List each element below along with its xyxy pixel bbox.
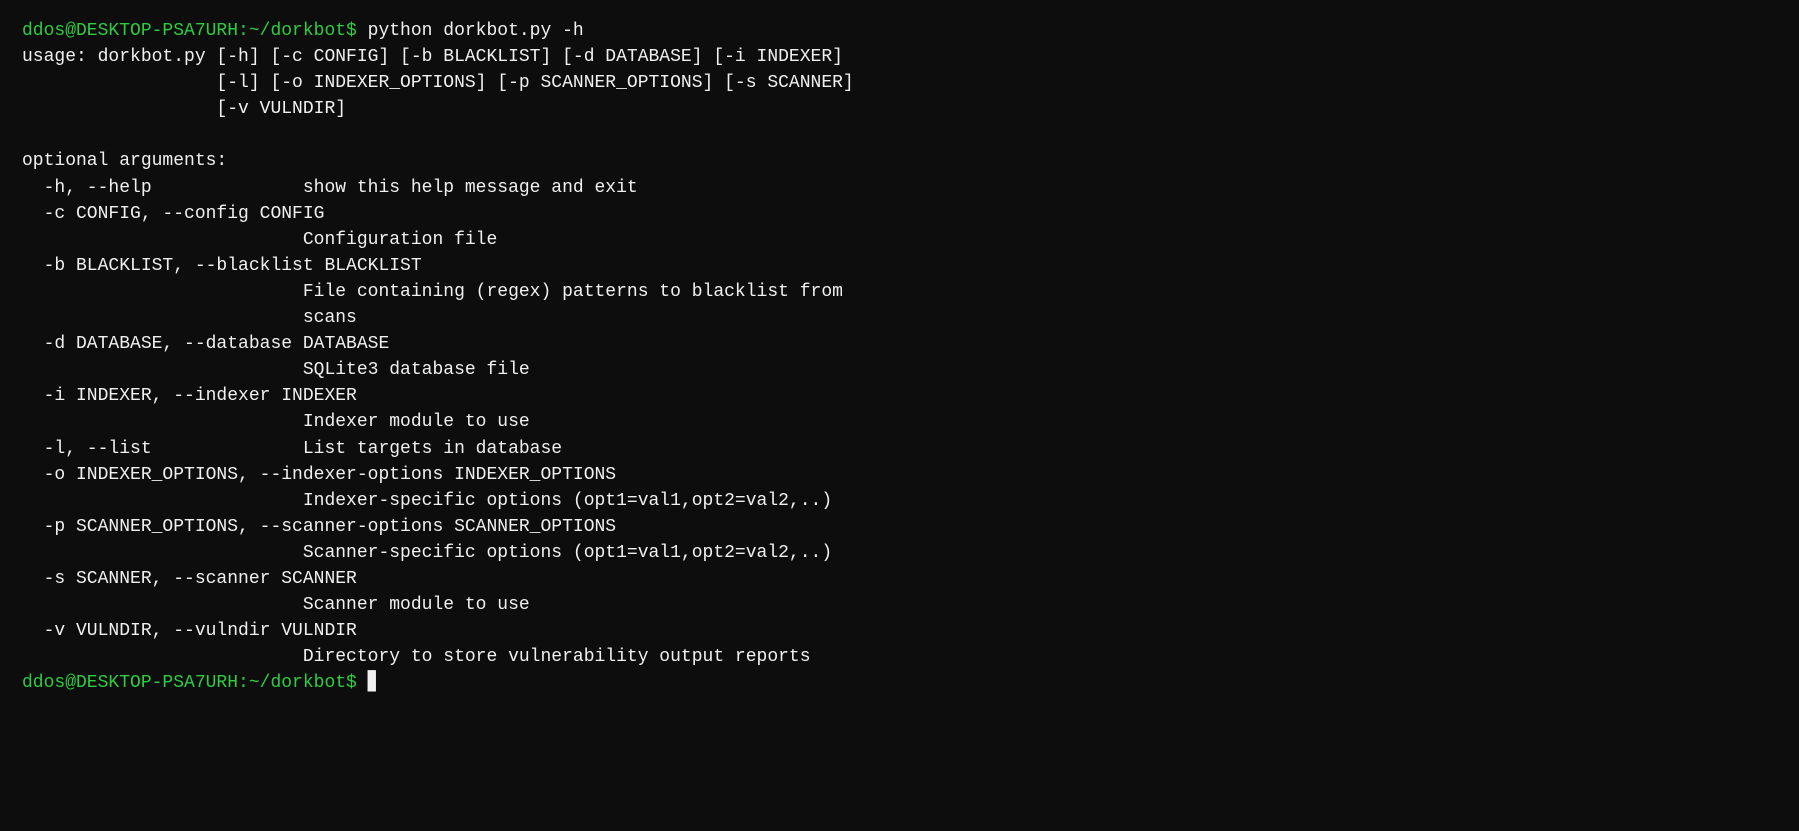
terminal-line-1: ddos@DESKTOP-PSA7URH:~/dorkbot$ python d…: [22, 18, 1777, 44]
output-24: Directory to store vulnerability output …: [22, 647, 811, 667]
terminal-line-4: [-v VULNDIR]: [22, 96, 1777, 122]
terminal-line-10: File containing (regex) patterns to blac…: [22, 279, 1777, 305]
terminal-line-14: -i INDEXER, --indexer INDEXER: [22, 383, 1777, 409]
output-13: SQLite3 database file: [22, 360, 530, 380]
terminal-line-5: optional arguments:: [22, 148, 1777, 174]
terminal-line-7: -c CONFIG, --config CONFIG: [22, 201, 1777, 227]
output-19: -p SCANNER_OPTIONS, --scanner-options SC…: [22, 517, 616, 537]
terminal-line-17: -o INDEXER_OPTIONS, --indexer-options IN…: [22, 462, 1777, 488]
terminal-line-11: scans: [22, 305, 1777, 331]
terminal-line-9: -b BLACKLIST, --blacklist BLACKLIST: [22, 253, 1777, 279]
terminal-line-13: SQLite3 database file: [22, 357, 1777, 383]
output-10: File containing (regex) patterns to blac…: [22, 282, 843, 302]
terminal-line-12: -d DATABASE, --database DATABASE: [22, 331, 1777, 357]
terminal-line-19: -p SCANNER_OPTIONS, --scanner-options SC…: [22, 514, 1777, 540]
output-21: -s SCANNER, --scanner SCANNER: [22, 569, 357, 589]
terminal-line-20: Scanner-specific options (opt1=val1,opt2…: [22, 540, 1777, 566]
output-16: -l, --list List targets in database: [22, 439, 562, 459]
output-20: Scanner-specific options (opt1=val1,opt2…: [22, 543, 832, 563]
terminal-line-3: [-l] [-o INDEXER_OPTIONS] [-p SCANNER_OP…: [22, 70, 1777, 96]
output-11: scans: [22, 308, 357, 328]
blank-line-1: [22, 122, 1777, 148]
output-22: Scanner module to use: [22, 595, 530, 615]
output-2: usage: dorkbot.py [-h] [-c CONFIG] [-b B…: [22, 47, 843, 67]
command-1: python dorkbot.py -h: [368, 21, 584, 41]
output-7: -c CONFIG, --config CONFIG: [22, 204, 324, 224]
output-15: Indexer module to use: [22, 412, 530, 432]
output-4: [-v VULNDIR]: [22, 99, 346, 119]
terminal-line-21: -s SCANNER, --scanner SCANNER: [22, 566, 1777, 592]
output-17: -o INDEXER_OPTIONS, --indexer-options IN…: [22, 465, 616, 485]
terminal-line-22: Scanner module to use: [22, 592, 1777, 618]
terminal-line-23: -v VULNDIR, --vulndir VULNDIR: [22, 618, 1777, 644]
output-9: -b BLACKLIST, --blacklist BLACKLIST: [22, 256, 422, 276]
output-12: -d DATABASE, --database DATABASE: [22, 334, 389, 354]
terminal-line-15: Indexer module to use: [22, 409, 1777, 435]
terminal-line-8: Configuration file: [22, 227, 1777, 253]
output-8: Configuration file: [22, 230, 497, 250]
terminal-line-25[interactable]: ddos@DESKTOP-PSA7URH:~/dorkbot$ ▊: [22, 670, 1777, 696]
terminal-line-6: -h, --help show this help message and ex…: [22, 175, 1777, 201]
terminal-line-2: usage: dorkbot.py [-h] [-c CONFIG] [-b B…: [22, 44, 1777, 70]
output-5: optional arguments:: [22, 151, 227, 171]
prompt-2: ddos@DESKTOP-PSA7URH:~/dorkbot$: [22, 673, 368, 693]
output-3: [-l] [-o INDEXER_OPTIONS] [-p SCANNER_OP…: [22, 73, 854, 93]
output-14: -i INDEXER, --indexer INDEXER: [22, 386, 357, 406]
prompt-1: ddos@DESKTOP-PSA7URH:~/dorkbot$: [22, 21, 368, 41]
terminal-line-16: -l, --list List targets in database: [22, 436, 1777, 462]
terminal-line-24: Directory to store vulnerability output …: [22, 644, 1777, 670]
output-18: Indexer-specific options (opt1=val1,opt2…: [22, 491, 832, 511]
terminal-window: ddos@DESKTOP-PSA7URH:~/dorkbot$ python d…: [22, 18, 1777, 696]
output-23: -v VULNDIR, --vulndir VULNDIR: [22, 621, 357, 641]
terminal-line-18: Indexer-specific options (opt1=val1,opt2…: [22, 488, 1777, 514]
cursor: ▊: [368, 673, 379, 693]
output-6: -h, --help show this help message and ex…: [22, 178, 638, 198]
